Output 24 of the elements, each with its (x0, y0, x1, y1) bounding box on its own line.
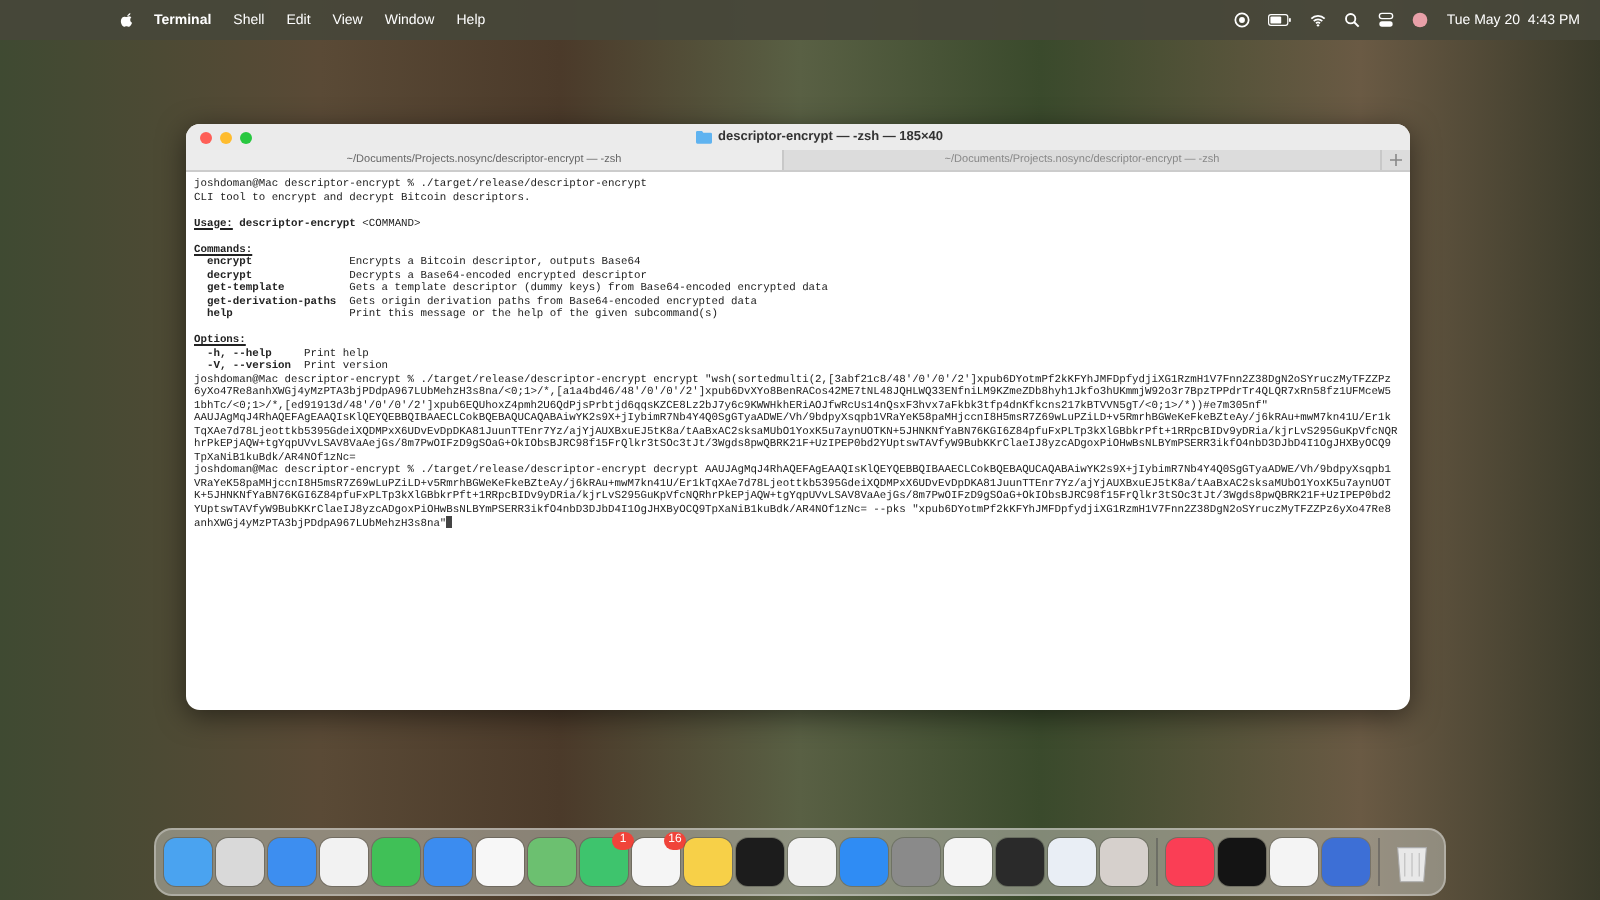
close-button[interactable] (200, 131, 212, 143)
apple-icon[interactable] (120, 12, 134, 28)
record-icon[interactable] (1234, 12, 1251, 28)
user-avatar-icon[interactable] (1412, 12, 1429, 28)
app-icon[interactable] (1100, 838, 1148, 886)
app-icon[interactable] (1218, 838, 1266, 886)
app-icon[interactable] (1048, 838, 1096, 886)
folder-icon (696, 130, 712, 144)
app-icon[interactable] (736, 838, 784, 886)
app-icon[interactable] (684, 838, 732, 886)
app-icon[interactable] (788, 838, 836, 886)
new-tab-icon[interactable] (1386, 150, 1406, 170)
zoom-button[interactable] (240, 131, 252, 143)
wifi-icon[interactable] (1310, 12, 1327, 28)
app-icon[interactable] (1270, 838, 1318, 886)
control-center-icon[interactable] (1378, 12, 1395, 28)
app-icon[interactable] (944, 838, 992, 886)
app-icon[interactable] (476, 838, 524, 886)
app-icon[interactable] (320, 838, 368, 886)
battery-icon[interactable] (1268, 12, 1293, 28)
app-icon[interactable] (216, 838, 264, 886)
app-icon[interactable] (996, 838, 1044, 886)
search-icon[interactable] (1344, 12, 1361, 28)
minimize-button[interactable] (220, 131, 232, 143)
